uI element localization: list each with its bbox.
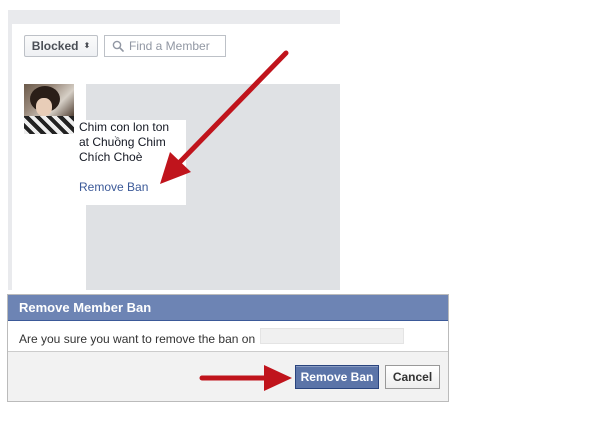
sort-caret-icon: ⬍: [83, 41, 91, 50]
confirm-remove-ban-button[interactable]: Remove Ban: [295, 365, 379, 389]
member-filter-label: Blocked: [31, 39, 79, 53]
dialog-message: Are you sure you want to remove the ban …: [19, 332, 256, 346]
member-name[interactable]: Chim con lon ton at Chuồng Chim Chích Ch…: [79, 120, 179, 165]
search-icon: [112, 40, 124, 52]
remove-member-ban-dialog: Remove Member Ban Are you sure you want …: [7, 294, 449, 402]
panel-edge: [8, 202, 12, 290]
cancel-button[interactable]: Cancel: [385, 365, 440, 389]
search-input[interactable]: [129, 39, 221, 53]
dialog-title: Remove Member Ban: [8, 295, 448, 321]
remove-ban-link[interactable]: Remove Ban: [79, 180, 148, 195]
dialog-footer: Remove Ban Cancel: [8, 351, 448, 401]
member-filter-dropdown[interactable]: Blocked ⬍: [24, 35, 98, 57]
redacted-member-name: [260, 328, 404, 344]
find-member-search[interactable]: [104, 35, 226, 57]
avatar[interactable]: [24, 84, 74, 134]
